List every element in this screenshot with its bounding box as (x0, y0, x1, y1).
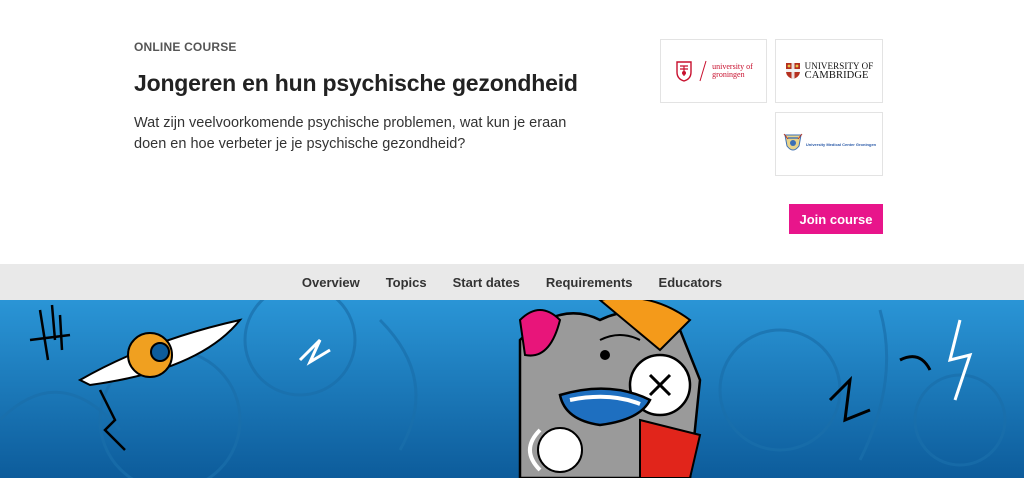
partner-logo-cambridge[interactable]: UNIVERSITY OF CAMBRIDGE (775, 39, 883, 103)
partner-logo-groningen[interactable]: university of groningen (660, 39, 767, 103)
course-kicker: ONLINE COURSE (134, 40, 237, 54)
groningen-crest-icon (676, 61, 692, 82)
cambridge-shield-icon (785, 63, 800, 79)
nav-item-educators[interactable]: Educators (659, 275, 723, 290)
page-title: Jongeren en hun psychische gezondheid (134, 70, 578, 96)
course-description: Wat zijn veelvoorkomende psychische prob… (134, 115, 567, 152)
umcg-crest-icon (783, 133, 803, 151)
partner-logo-umcg[interactable]: University Medical Center Groningen (775, 112, 883, 176)
course-banner-illustration (0, 300, 1024, 478)
groningen-line2: groningen (712, 70, 745, 79)
course-header: ONLINE COURSE Jongeren en hun psychische… (0, 0, 1024, 264)
join-course-button[interactable]: Join course (789, 204, 883, 234)
course-subnav: Overview Topics Start dates Requirements… (0, 264, 1024, 300)
cambridge-line2: CAMBRIDGE (804, 70, 869, 81)
illustration-banner-icon (0, 300, 1024, 478)
nav-item-topics[interactable]: Topics (386, 275, 427, 290)
slash-divider-icon (699, 60, 707, 82)
nav-item-overview[interactable]: Overview (302, 275, 360, 290)
umcg-label: University Medical Center Groningen (805, 141, 877, 147)
nav-item-requirements[interactable]: Requirements (546, 275, 633, 290)
nav-item-start-dates[interactable]: Start dates (453, 275, 520, 290)
